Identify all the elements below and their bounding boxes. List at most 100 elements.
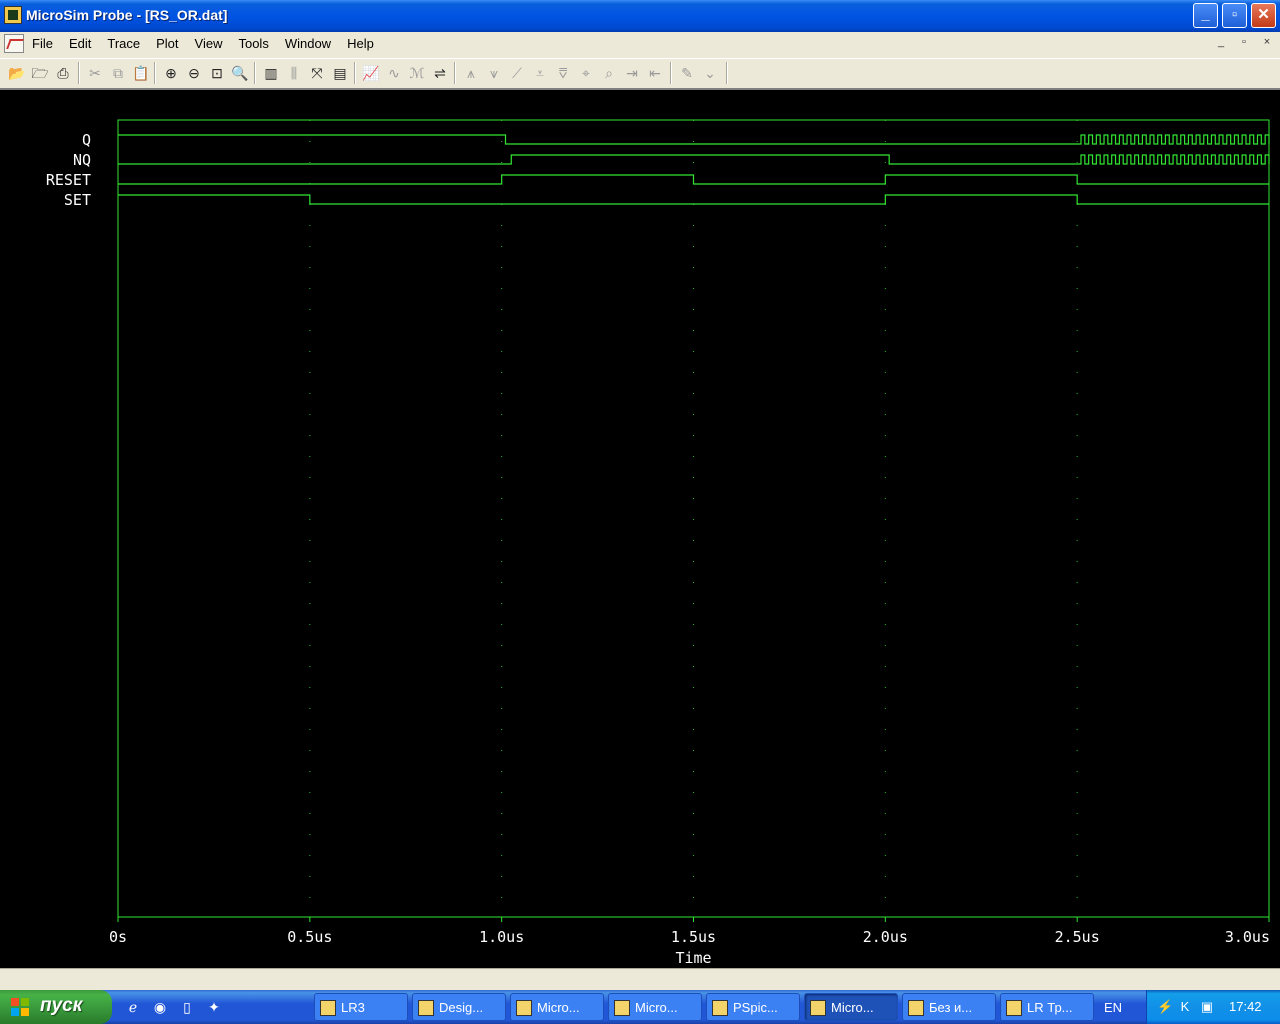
x-tick-label: 0s [109,928,127,946]
cursor-slope-icon[interactable]: ⟋ [506,63,528,84]
menu-window[interactable]: Window [277,36,339,51]
mdi-restore-button[interactable]: ▫ [1235,36,1253,52]
menu-tools[interactable]: Tools [230,36,276,51]
microsim-icon [516,1000,532,1016]
status-bar [0,968,1280,990]
mdi-minimize-button[interactable]: _ [1212,36,1230,52]
taskbar-button[interactable]: LR Тр... [1000,993,1094,1021]
menu-help[interactable]: Help [339,36,382,51]
menu-file[interactable]: File [24,36,61,51]
paste-icon[interactable]: 📋 [130,63,152,84]
mark-label-icon[interactable]: ✎ [676,63,698,84]
browser-icon[interactable]: ◉ [151,998,169,1016]
menu-trace[interactable]: Trace [99,36,148,51]
log-x-icon[interactable]: ▥ [260,63,282,84]
print-icon[interactable]: ⎙ [52,63,74,84]
network-icon[interactable]: ⚡ [1157,999,1173,1015]
word-doc-icon [1006,1000,1022,1016]
toolbar-separator [454,62,456,84]
maximize-button[interactable]: ▫ [1222,3,1247,28]
tool-icon[interactable]: ✦ [205,998,223,1016]
mark-point-icon[interactable]: ⌄ [699,63,721,84]
design-icon [418,1000,434,1016]
taskbar-button[interactable]: Micro... [608,993,702,1021]
document-window-icon[interactable] [4,34,24,53]
copy-icon[interactable]: ⧉ [107,63,129,84]
zoom-fit-icon[interactable]: 🔍 [229,63,251,84]
taskbar-button[interactable]: LR3 [314,993,408,1021]
minimize-button[interactable]: _ [1193,3,1218,28]
microsim-probe-app-icon[interactable] [4,6,22,24]
eval-goal-icon[interactable]: ∿ [383,63,405,84]
taskbar-button-label: Micro... [635,1000,678,1015]
language-indicator[interactable]: EN [1104,1000,1122,1015]
plot-window[interactable]: 0s 0.5us 1.0us 1.5us 2.0us 2.5us 3.0us Time Q NQ R… [0,88,1280,968]
zoom-out-icon[interactable]: ⊖ [183,63,205,84]
menu-bar: File Edit Trace Plot View Tools Window Help _ ▫… [0,32,1280,56]
zoom-in-icon[interactable]: ⊕ [160,63,182,84]
cursor-next-transition-icon[interactable]: ⇥ [621,63,643,84]
menu-view[interactable]: View [187,36,231,51]
taskbar-button[interactable]: PSpic... [706,993,800,1021]
probe-icon [810,1000,826,1016]
add-trace-icon[interactable]: 📈 [360,63,382,84]
toggle-cursor-icon[interactable]: ⇌ [429,63,451,84]
taskbar: пуск ℯ ◉ ▯ ✦ LR3 Desig... Micro... Micro... PSp… [0,990,1280,1024]
trace-reset[interactable] [118,174,1269,185]
taskbar-button[interactable]: Micro... [804,993,898,1021]
toolbar-separator [354,62,356,84]
menu-edit[interactable]: Edit [61,36,99,51]
log-y-icon[interactable]: ▤ [329,63,351,84]
taskbar-button[interactable]: Без и... [902,993,996,1021]
windows-flag-icon [11,998,29,1016]
zoom-area-icon[interactable]: ⊡ [206,63,228,84]
append-icon[interactable]: 🗁 [29,63,51,84]
start-button[interactable]: пуск [0,990,112,1024]
trace-q[interactable] [118,134,1270,145]
menu-plot[interactable]: Plot [148,36,186,51]
desktop-icon[interactable]: ▯ [178,998,196,1016]
cursor-min-icon[interactable]: ⩡ [529,63,551,84]
menu-list: File Edit Trace Plot View Tools Window Help [24,36,382,51]
cursor-point-icon[interactable]: ⌖ [575,63,597,84]
open-folder-icon[interactable]: 📂 [6,63,28,84]
cursor-search-icon[interactable]: ⌕ [598,63,620,84]
trace-set[interactable] [118,194,1269,205]
fourier-icon[interactable]: ⫼ [283,63,305,84]
taskbar-button-label: LR3 [341,1000,365,1015]
mdi-close-button[interactable]: × [1258,36,1276,52]
x-tick-label: 3.0us [1225,928,1270,946]
taskbar-button[interactable]: Micro... [510,993,604,1021]
x-tick-label: 1.0us [479,928,524,946]
pspice-icon [712,1000,728,1016]
cursor-max-icon[interactable]: ⩢ [552,63,574,84]
cut-icon[interactable]: ✂ [84,63,106,84]
clock[interactable]: 17:42 [1229,999,1262,1014]
monitor-icon[interactable]: ▣ [1199,999,1215,1015]
antivirus-icon[interactable]: K [1177,999,1193,1015]
trace-label-reset: RESET [46,171,91,189]
timing-plot[interactable]: 0s 0.5us 1.0us 1.5us 2.0us 2.5us 3.0us Time Q NQ R… [0,90,1280,968]
taskbar-button-label: PSpic... [733,1000,778,1015]
x-axis-label: Time [675,949,711,967]
title-bar: MicroSim Probe - [RS_OR.dat] _ ▫ ✕ [0,0,1280,32]
taskbar-button-label: Без и... [929,1000,973,1015]
trace-label-nq: NQ [73,151,91,169]
taskbar-button-label: Micro... [537,1000,580,1015]
toolbar-separator [254,62,256,84]
start-label: пуск [40,995,83,1016]
taskbar-button[interactable]: Desig... [412,993,506,1021]
toolbar-separator [154,62,156,84]
x-tick-label: 0.5us [287,928,332,946]
close-button[interactable]: ✕ [1251,3,1276,28]
cursor-peak-icon[interactable]: ⩚ [460,63,482,84]
window-title: MicroSim Probe - [RS_OR.dat] [26,7,228,23]
toolbar-separator [726,62,728,84]
system-tray: 17:42 ⚡ K ▣ [1146,990,1280,1024]
cursor-prev-transition-icon[interactable]: ⇤ [644,63,666,84]
performance-icon[interactable]: ⤧ [306,63,328,84]
ie-icon[interactable]: ℯ [124,998,142,1016]
mark-data-icon[interactable]: ℳ [406,63,428,84]
cursor-trough-icon[interactable]: ⩛ [483,63,505,84]
toolbar-separator [78,62,80,84]
